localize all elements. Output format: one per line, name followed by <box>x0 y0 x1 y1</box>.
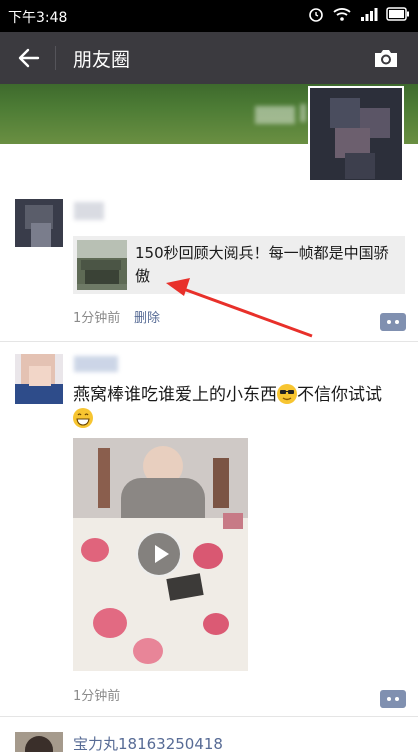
cool-sunglasses-emoji-icon <box>277 384 297 404</box>
avatar[interactable] <box>15 354 63 404</box>
post-timestamp: 1分钟前 <box>73 689 121 704</box>
post-text-part: 不信你试试 <box>297 385 382 405</box>
signal-icon <box>361 8 378 21</box>
video-thumbnail[interactable] <box>73 438 248 671</box>
battery-icon <box>386 7 409 21</box>
shared-link-title: 150秒回顾大阅兵！每一帧都是中国骄傲 <box>135 244 389 285</box>
blurred-username-fragment <box>300 104 306 122</box>
post-text: 燕窝棒谁吃谁爱上的小东西 不信你试试 <box>73 383 403 431</box>
my-avatar[interactable] <box>308 86 404 182</box>
play-icon[interactable] <box>136 531 182 577</box>
alarm-icon <box>309 8 323 22</box>
blurred-username[interactable] <box>74 202 104 220</box>
username-link[interactable]: 宝力丸18163250418 <box>73 733 223 754</box>
avatar[interactable] <box>15 199 63 247</box>
grinning-emoji-icon <box>73 408 93 428</box>
avatar[interactable] <box>15 732 63 752</box>
comment-menu-icon[interactable] <box>380 690 406 708</box>
status-icons <box>308 6 410 22</box>
post-text-part: 燕窝棒谁吃谁爱上的小东西 <box>73 385 277 405</box>
page-title: 朋友圈 <box>73 49 131 71</box>
back-arrow-icon[interactable] <box>16 45 42 71</box>
status-time: 下午3:48 <box>8 10 68 26</box>
blurred-username <box>255 106 295 124</box>
blurred-username[interactable] <box>74 356 118 372</box>
wifi-icon <box>333 8 351 21</box>
post-divider <box>0 716 418 717</box>
nav-divider <box>55 46 56 70</box>
shared-link-thumbnail <box>77 240 127 290</box>
camera-icon[interactable] <box>372 46 400 70</box>
comment-menu-icon[interactable] <box>380 313 406 331</box>
shared-link-card[interactable]: 150秒回顾大阅兵！每一帧都是中国骄傲 <box>73 236 405 294</box>
status-bar: 下午3:48 <box>0 0 418 32</box>
post-divider <box>0 341 418 342</box>
post-timestamp: 1分钟前 <box>73 311 121 326</box>
nav-bar: 朋友圈 <box>0 32 418 84</box>
delete-link[interactable]: 删除 <box>134 307 160 326</box>
